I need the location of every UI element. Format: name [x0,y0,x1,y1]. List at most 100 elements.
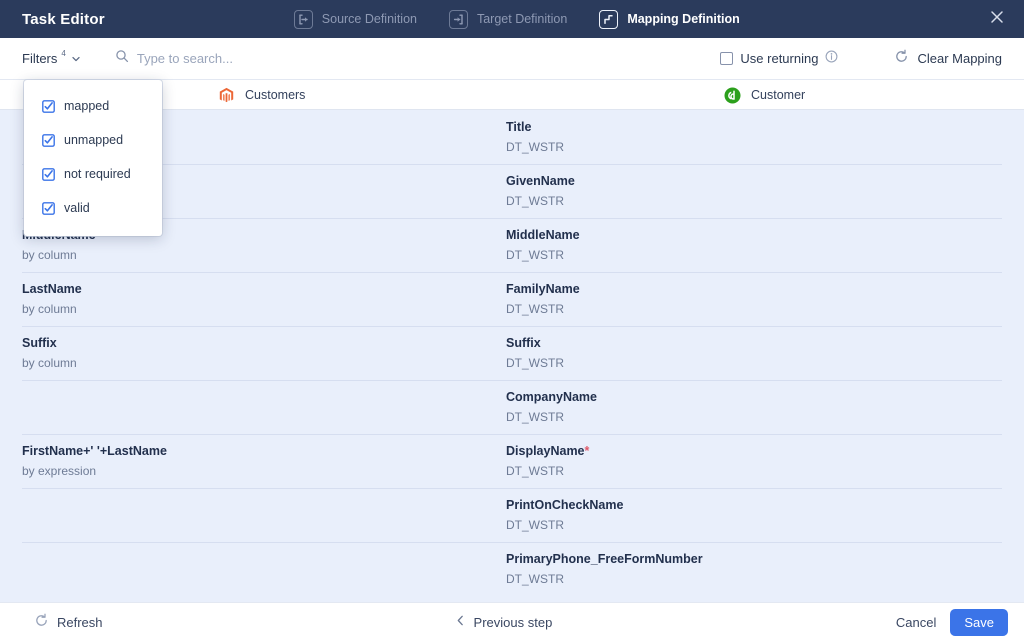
target-field-type: DT_WSTR [506,356,564,370]
info-icon[interactable] [825,50,838,68]
tab-source-definition-label: Source Definition [321,12,417,26]
filters-button[interactable]: Filters 4 [22,49,81,69]
refresh-label: Refresh [57,615,103,630]
chevron-left-icon [455,614,466,632]
footer-actions: Cancel Save [896,609,1008,636]
target-cell[interactable]: PrimaryPhone_FreeFormNumber DT_WSTR [506,550,976,588]
table-row[interactable]: PrintOnCheckName DT_WSTR [0,488,1024,542]
column-header-target: Customer [724,80,805,110]
previous-step-button[interactable]: Previous step [455,614,553,632]
filter-option-valid[interactable]: valid [24,191,162,225]
column-header-source-label: Customers [245,88,306,102]
refresh-icon [34,613,49,633]
target-field-type: DT_WSTR [506,572,564,586]
target-field-name: MiddleName [506,228,580,242]
quickbooks-icon [724,87,741,104]
filter-option-not-required[interactable]: not required [24,157,162,191]
clear-mapping-label: Clear Mapping [917,51,1002,66]
footer-bar: Refresh Previous step Cancel Save [0,602,1024,642]
use-returning-checkbox[interactable] [720,52,734,65]
tab-mapping-definition[interactable]: Mapping Definition [583,0,755,38]
table-row[interactable]: CompanyName DT_WSTR [0,380,1024,434]
target-field-name: CompanyName [506,390,597,404]
target-cell[interactable]: Suffix DT_WSTR [506,334,976,372]
target-field-name: Title [506,120,532,134]
target-field-type: DT_WSTR [506,248,564,262]
tab-source-definition[interactable]: Source Definition [278,0,433,38]
page-title: Task Editor [22,10,105,28]
source-field-name: FirstName+' '+LastName [22,444,167,458]
filter-option-label: valid [64,201,90,215]
target-field-name: FamilyName [506,282,580,296]
table-row[interactable]: Suffix by column Suffix DT_WSTR [0,326,1024,380]
magento-icon [218,87,235,104]
source-field-name: Suffix [22,336,57,350]
target-cell[interactable]: MiddleName DT_WSTR [506,226,976,264]
source-field-mode: by column [22,302,77,316]
search-input[interactable] [136,51,457,66]
tab-bar: Source Definition Target Definition Mapp… [278,0,756,38]
close-button[interactable] [978,0,1016,38]
checkbox-checked-icon[interactable] [42,167,55,181]
target-definition-icon [448,9,468,29]
toolbar: Filters 4 Use returning [0,38,1024,80]
target-cell[interactable]: FamilyName DT_WSTR [506,280,976,318]
target-cell[interactable]: DisplayName* DT_WSTR [506,442,976,480]
target-cell[interactable]: PrintOnCheckName DT_WSTR [506,496,976,534]
filters-count-badge: 4 [61,49,66,58]
table-row[interactable]: FirstName+' '+LastName by expression Dis… [0,434,1024,488]
target-field-name: PrimaryPhone_FreeFormNumber [506,552,703,566]
search-icon [115,49,129,68]
checkbox-checked-icon[interactable] [42,99,55,113]
target-field-type: DT_WSTR [506,302,564,316]
target-cell[interactable]: CompanyName DT_WSTR [506,388,976,426]
save-button[interactable]: Save [950,609,1008,636]
target-cell[interactable]: Title DT_WSTR [506,118,976,156]
use-returning-label: Use returning [740,51,819,66]
filters-dropdown[interactable]: mapped unmapped not required valid [24,80,162,236]
source-cell[interactable] [22,550,482,552]
source-definition-icon [293,9,313,29]
source-cell[interactable]: LastName by column [22,280,482,318]
tab-target-definition[interactable]: Target Definition [433,0,583,38]
target-field-type: DT_WSTR [506,464,564,478]
target-field-name: PrintOnCheckName [506,498,624,512]
source-cell[interactable] [22,496,482,498]
chevron-down-icon [71,51,81,69]
required-marker: * [584,444,590,458]
source-cell[interactable] [22,388,482,390]
refresh-button[interactable]: Refresh [34,613,103,633]
target-field-name: DisplayName* [506,444,590,458]
source-field-mode: by column [22,248,77,262]
filter-option-label: mapped [64,99,110,113]
use-returning-toggle[interactable]: Use returning [720,50,838,68]
target-field-type: DT_WSTR [506,518,564,532]
source-field-mode: by expression [22,464,97,478]
previous-step-label: Previous step [473,615,553,630]
target-field-type: DT_WSTR [506,194,564,208]
clear-mapping-button[interactable]: Clear Mapping [894,49,1002,69]
tab-target-definition-label: Target Definition [476,12,568,26]
cancel-button[interactable]: Cancel [896,615,936,630]
target-cell[interactable]: GivenName DT_WSTR [506,172,976,210]
table-row[interactable]: PrimaryPhone_FreeFormNumber DT_WSTR [0,542,1024,596]
filter-option-label: not required [64,167,131,181]
source-cell[interactable]: FirstName+' '+LastName by expression [22,442,482,480]
column-header-target-label: Customer [751,88,806,102]
title-bar: Task Editor Source Definition Target Def… [0,0,1024,38]
filters-label: Filters [22,51,58,66]
search-area [115,49,721,68]
target-field-type: DT_WSTR [506,140,564,154]
target-field-name: GivenName [506,174,575,188]
refresh-ccw-icon [894,49,909,69]
filter-option-unmapped[interactable]: unmapped [24,123,162,157]
source-cell[interactable]: Suffix by column [22,334,482,372]
target-field-type: DT_WSTR [506,410,564,424]
task-editor-window: Task Editor Source Definition Target Def… [0,0,1024,642]
filter-option-mapped[interactable]: mapped [24,89,162,123]
table-row[interactable]: LastName by column FamilyName DT_WSTR [0,272,1024,326]
checkbox-checked-icon[interactable] [42,201,55,215]
checkbox-checked-icon[interactable] [42,133,55,147]
filter-option-label: unmapped [64,133,124,147]
source-field-name: LastName [22,282,82,296]
